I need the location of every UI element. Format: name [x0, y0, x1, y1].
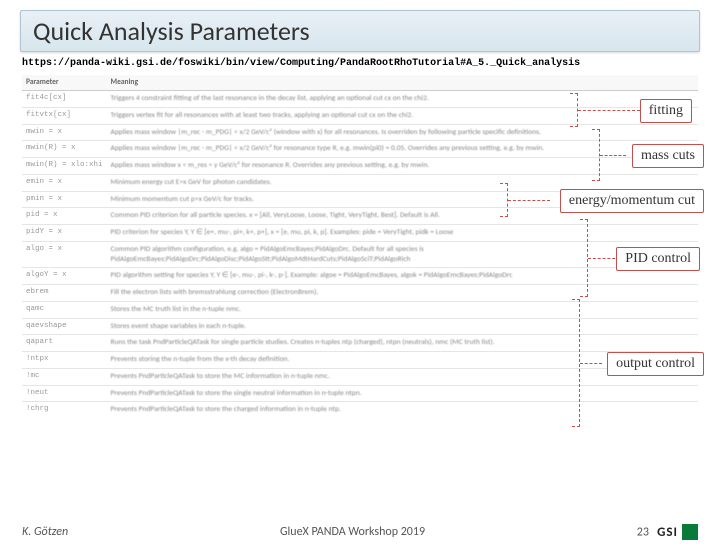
leader-mass — [600, 155, 626, 156]
table-row: algoY = xPID algorithm setting for speci… — [22, 268, 698, 285]
title-bar: Quick Analysis Parameters — [20, 10, 700, 52]
param-cell: !chrg — [22, 402, 107, 418]
meaning-cell: Stores the MC truth list in the n-tuple … — [107, 301, 698, 318]
meaning-cell: Applies mass window |m_rec - m_PDG| < x/… — [107, 124, 698, 141]
bracket-fitting — [570, 93, 578, 127]
table-row: pidY = xPID criterion for species Y, Y ∈… — [22, 225, 698, 242]
parameters-table-wrap: Parameter Meaning fit4c[cx]Triggers 4 co… — [22, 75, 698, 418]
param-cell: qaevshape — [22, 318, 107, 335]
callout-output: output control — [607, 352, 704, 376]
meaning-cell: PID criterion for species Y, Y ∈ [e+, mu… — [107, 225, 698, 242]
param-cell: !neut — [22, 385, 107, 402]
wiki-url: https://panda-wiki.gsi.de/foswiki/bin/vi… — [22, 58, 698, 69]
param-cell: !mc — [22, 368, 107, 385]
gsi-logo: GSI — [657, 524, 698, 540]
footer-right: 23 GSI — [637, 524, 698, 540]
table-row: !chrgPrevents PndParticleQATask to store… — [22, 402, 698, 418]
table-row: ebremFill the electron lists with bremss… — [22, 285, 698, 302]
meaning-cell: Fill the electron lists with bremsstrahl… — [107, 285, 698, 302]
table-row: !neutPrevents PndParticleQATask to store… — [22, 385, 698, 402]
table-row: qamcStores the MC truth list in the n-tu… — [22, 301, 698, 318]
parameters-table: Parameter Meaning fit4c[cx]Triggers 4 co… — [22, 75, 698, 418]
param-cell: qamc — [22, 301, 107, 318]
gsi-logo-text: GSI — [657, 525, 678, 540]
param-cell: mwin(R) = x — [22, 141, 107, 158]
param-cell: mwin = x — [22, 124, 107, 141]
param-cell: algo = x — [22, 241, 107, 268]
meaning-cell: Triggers 4 constraint fitting of the las… — [107, 91, 698, 108]
param-cell: fit4c[cx] — [22, 91, 107, 108]
table-row: fit4c[cx]Triggers 4 constraint fitting o… — [22, 91, 698, 108]
table-row: qaevshapeStores event shape variables in… — [22, 318, 698, 335]
slide-title: Quick Analysis Parameters — [33, 15, 687, 47]
gsi-logo-box — [682, 524, 698, 540]
callout-fitting: fitting — [640, 99, 692, 123]
param-cell: !ntpx — [22, 352, 107, 369]
col-meaning: Meaning — [107, 75, 698, 91]
meaning-cell: Runs the task PndParticleQATask for sing… — [107, 335, 698, 352]
meaning-cell: Prevents PndParticleQATask to store the … — [107, 385, 698, 402]
meaning-cell: Stores event shape variables in each n-t… — [107, 318, 698, 335]
leader-energy — [508, 200, 550, 201]
meaning-cell: Common PID algorithm configuration, e.g.… — [107, 241, 698, 268]
leader-fitting — [578, 110, 640, 111]
param-cell: pid = x — [22, 208, 107, 225]
footer: K. Götzen GlueX PANDA Workshop 2019 23 G… — [0, 524, 720, 540]
callout-pid: PID control — [616, 247, 700, 271]
param-cell: ebrem — [22, 285, 107, 302]
table-row: qapartRuns the task PndParticleQATask fo… — [22, 335, 698, 352]
table-row: !mcPrevents PndParticleQATask to store t… — [22, 368, 698, 385]
param-cell: emin = x — [22, 174, 107, 191]
page-number: 23 — [637, 526, 649, 540]
callout-mass: mass cuts — [632, 144, 704, 168]
bracket-pid — [580, 219, 588, 297]
footer-event: GlueX PANDA Workshop 2019 — [280, 525, 425, 539]
table-row: algo = xCommon PID algorithm configurati… — [22, 241, 698, 268]
footer-author: K. Götzen — [22, 525, 68, 539]
meaning-cell: PID algorithm setting for species Y, Y ∈… — [107, 268, 698, 285]
col-parameter: Parameter — [22, 75, 107, 91]
param-cell: fitvtx[cx] — [22, 107, 107, 124]
bracket-energy — [500, 183, 508, 217]
param-cell: pmin = x — [22, 191, 107, 208]
param-cell: qapart — [22, 335, 107, 352]
callout-energy: energy/momentum cut — [560, 189, 704, 213]
bracket-output — [572, 299, 580, 427]
meaning-cell: Applies mass window x < m_res < y GeV/c²… — [107, 158, 698, 175]
leader-output — [580, 363, 602, 364]
meaning-cell: Prevents PndParticleQATask to store the … — [107, 402, 698, 418]
bracket-mass — [592, 129, 600, 181]
param-cell: pidY = x — [22, 225, 107, 242]
table-row: !ntpxPrevents storing the n-tuple from t… — [22, 352, 698, 369]
param-cell: mwin(R) = xlo:xhi — [22, 158, 107, 175]
leader-pid — [588, 258, 620, 259]
param-cell: algoY = x — [22, 268, 107, 285]
